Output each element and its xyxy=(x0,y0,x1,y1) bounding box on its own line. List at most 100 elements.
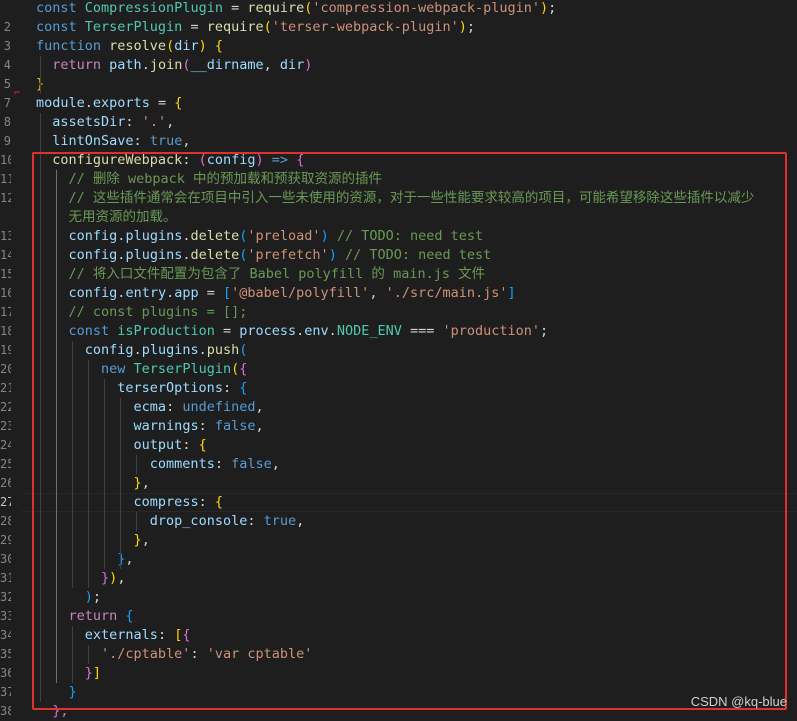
code-token: NODE_ENV xyxy=(336,323,402,339)
code-text[interactable]: config.plugins.delete('preload') // TODO… xyxy=(36,227,484,246)
code-token: drop_console xyxy=(149,513,248,529)
code-text[interactable]: const CompressionPlugin = require('compr… xyxy=(36,0,556,18)
code-token: true xyxy=(263,513,297,529)
code-token: : xyxy=(166,399,183,415)
code-token: 'var cptable' xyxy=(206,646,313,662)
code-token: === xyxy=(401,323,443,339)
code-line[interactable]: 37 } xyxy=(0,683,797,702)
code-line[interactable]: 33 return { xyxy=(0,607,797,626)
code-text[interactable]: 无用资源的加载。 xyxy=(36,208,177,227)
code-token: : xyxy=(222,380,240,396)
code-text[interactable]: }, xyxy=(36,531,150,550)
code-text[interactable]: output: { xyxy=(36,436,207,455)
code-line[interactable]: 12 // 这些插件通常会在项目中引入一些未使用的资源，对于一些性能要求较高的项… xyxy=(0,189,797,208)
code-token: './cptable' xyxy=(101,646,191,662)
code-text[interactable]: config.plugins.push( xyxy=(36,341,248,360)
code-line[interactable]: 36 }] xyxy=(0,664,797,683)
code-token: , xyxy=(255,399,264,415)
code-text[interactable]: // const plugins = []; xyxy=(36,303,248,322)
code-line[interactable]: 5} xyxy=(0,75,797,94)
code-text[interactable]: configureWebpack: (config) => { xyxy=(36,151,304,170)
code-line[interactable]: 无用资源的加载。 xyxy=(0,208,797,227)
code-text[interactable]: }, xyxy=(36,474,150,493)
code-text[interactable]: assetsDir: '.', xyxy=(36,113,174,132)
code-text[interactable]: ecma: undefined, xyxy=(36,398,264,417)
code-token: { xyxy=(174,95,183,111)
code-text[interactable]: new TerserPlugin({ xyxy=(36,360,247,379)
code-text[interactable]: const TerserPlugin = require('terser-web… xyxy=(36,18,475,37)
code-line[interactable]: const CompressionPlugin = require('compr… xyxy=(0,0,797,18)
code-line[interactable]: 10 configureWebpack: (config) => { xyxy=(0,151,797,170)
line-number: 9 xyxy=(3,134,11,148)
code-line[interactable]: 7 module.exports = { xyxy=(0,94,797,113)
code-line[interactable]: 21 terserOptions: { xyxy=(0,379,797,398)
code-text[interactable]: }] xyxy=(36,664,101,683)
code-text[interactable]: return path.join(__dirname, dir) xyxy=(36,56,312,75)
code-text[interactable]: const isProduction = process.env.NODE_EN… xyxy=(36,322,549,341)
code-line[interactable]: 19 config.plugins.push( xyxy=(0,341,797,360)
code-line[interactable]: 31 }), xyxy=(0,569,797,588)
code-token: . xyxy=(133,342,142,358)
code-text[interactable]: }, xyxy=(36,702,68,721)
code-token: const xyxy=(68,323,118,339)
code-line[interactable]: 9 lintOnSave: true, xyxy=(0,132,797,151)
code-text[interactable]: warnings: false, xyxy=(36,417,264,436)
code-line[interactable]: 32 ); xyxy=(0,588,797,607)
code-token: const xyxy=(36,19,85,35)
code-line[interactable]: 4 return path.join(__dirname, dir) xyxy=(0,56,797,75)
code-line[interactable]: 34 externals: [{ xyxy=(0,626,797,645)
code-text[interactable]: // 这些插件通常会在项目中引入一些未使用的资源，对于一些性能要求较高的项目，可… xyxy=(36,189,755,208)
code-token: CompressionPlugin xyxy=(84,0,223,16)
code-text[interactable]: } xyxy=(36,683,77,702)
code-line[interactable]: 15 // 将入口文件配置为包含了 Babel polyfill 的 main.… xyxy=(0,265,797,284)
code-line[interactable]: 2 const TerserPlugin = require('terser-we… xyxy=(0,18,797,37)
code-text[interactable]: lintOnSave: true, xyxy=(36,132,190,151)
code-text[interactable]: function resolve(dir) { xyxy=(36,37,223,56)
code-line[interactable]: 20 new TerserPlugin({ xyxy=(0,360,797,379)
code-line[interactable]: 11 // 删除 webpack 中的预加载和预获取资源的插件 xyxy=(0,170,797,189)
code-token: configureWebpack xyxy=(52,152,183,168)
indent-guide xyxy=(136,455,137,474)
code-text[interactable]: ); xyxy=(36,588,101,607)
code-text[interactable]: return { xyxy=(36,607,134,626)
code-line[interactable]: 8 assetsDir: '.', xyxy=(0,113,797,132)
code-text[interactable]: module.exports = { xyxy=(36,94,182,113)
code-token: 'prefetch' xyxy=(247,247,329,263)
code-text[interactable]: externals: [{ xyxy=(36,626,191,645)
code-token: config xyxy=(206,152,256,168)
code-token: ) xyxy=(328,247,337,263)
code-text[interactable]: }), xyxy=(36,569,125,588)
line-number: 13 xyxy=(0,229,11,243)
line-number: 35 xyxy=(0,647,11,661)
code-text[interactable]: // 将入口文件配置为包含了 Babel polyfill 的 main.js … xyxy=(36,265,486,284)
code-text[interactable]: './cptable': 'var cptable' xyxy=(36,645,312,664)
line-number: 29 xyxy=(0,533,11,547)
code-line[interactable]: 18 const isProduction = process.env.NODE… xyxy=(0,322,797,341)
line-number: 32 xyxy=(0,590,11,604)
code-text[interactable]: compress: { xyxy=(36,493,223,512)
code-line[interactable]: 13 config.plugins.delete('preload') // T… xyxy=(0,227,797,246)
code-line[interactable]: 35 './cptable': 'var cptable' xyxy=(0,645,797,664)
code-text[interactable]: config.entry.app = ['@babel/polyfill', '… xyxy=(36,284,516,303)
code-line[interactable]: 14 config.plugins.delete('prefetch') // … xyxy=(0,246,797,265)
code-text[interactable]: config.plugins.delete('prefetch') // TOD… xyxy=(36,246,492,265)
code-line[interactable]: 16 config.entry.app = ['@babel/polyfill'… xyxy=(0,284,797,303)
code-token: : xyxy=(133,133,150,149)
code-token: lintOnSave xyxy=(52,133,134,149)
code-line[interactable]: 3 function resolve(dir) { xyxy=(0,37,797,56)
code-text[interactable]: // 删除 webpack 中的预加载和预获取资源的插件 xyxy=(36,170,383,189)
code-line[interactable]: 17 // const plugins = []; xyxy=(0,303,797,322)
code-text[interactable]: drop_console: true, xyxy=(36,512,304,531)
code-token: , xyxy=(263,57,280,73)
code-text[interactable]: terserOptions: { xyxy=(36,379,247,398)
code-token: __dirname xyxy=(190,57,264,73)
code-text[interactable]: }, xyxy=(36,550,133,569)
code-editor[interactable]: const CompressionPlugin = require('compr… xyxy=(0,0,797,719)
code-line[interactable]: 38 }, xyxy=(0,702,797,721)
line-number: 8 xyxy=(3,115,11,129)
code-token: require xyxy=(247,0,305,16)
code-token: : xyxy=(182,152,199,168)
code-token: . xyxy=(84,95,93,111)
